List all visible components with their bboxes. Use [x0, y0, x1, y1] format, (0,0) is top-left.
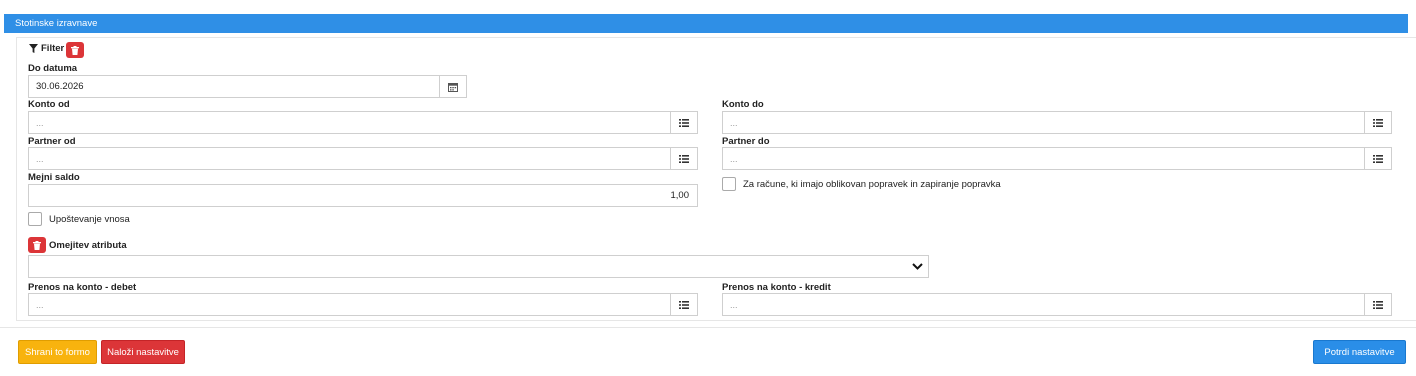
confirm-settings-button[interactable]: Potrdi nastavitve	[1313, 340, 1406, 364]
prenos-kredit-input[interactable]: ...	[723, 300, 1364, 310]
chevron-down-icon	[912, 263, 923, 270]
list-icon	[1373, 154, 1383, 163]
clear-filter-button[interactable]	[66, 42, 84, 58]
partner-do-label: Partner do	[722, 136, 770, 147]
prenos-kredit-label: Prenos na konto - kredit	[722, 282, 831, 293]
prenos-kredit-lookup-button[interactable]	[1364, 294, 1391, 315]
konto-do-input[interactable]: ...	[723, 118, 1364, 128]
konto-do-label: Konto do	[722, 99, 764, 110]
trash-icon	[71, 45, 79, 55]
konto-od-label: Konto od	[28, 99, 70, 110]
upostevanje-label: Upoštevanje vnosa	[49, 213, 130, 225]
partner-od-lookup-button[interactable]	[670, 148, 697, 169]
konto-do-lookup-button[interactable]	[1364, 112, 1391, 133]
page-title: Stotinske izravnave	[15, 18, 98, 29]
prenos-kredit-field[interactable]: ...	[722, 293, 1392, 316]
prenos-debet-lookup-button[interactable]	[670, 294, 697, 315]
partner-od-label: Partner od	[28, 136, 76, 147]
konto-od-input[interactable]: ...	[29, 118, 670, 128]
za-racune-checkbox[interactable]	[722, 177, 736, 191]
konto-od-field[interactable]: ...	[28, 111, 698, 134]
upostevanje-checkbox[interactable]	[28, 212, 42, 226]
upostevanje-option[interactable]: Upoštevanje vnosa	[28, 212, 130, 226]
konto-do-field[interactable]: ...	[722, 111, 1392, 134]
list-icon	[679, 300, 689, 309]
mejni-saldo-label: Mejni saldo	[28, 172, 80, 183]
partner-do-field[interactable]: ...	[722, 147, 1392, 170]
date-picker-button[interactable]	[439, 76, 466, 97]
mejni-saldo-input[interactable]: 1,00	[29, 190, 697, 201]
trash-icon	[33, 240, 41, 250]
clear-omejitev-button[interactable]	[28, 237, 46, 253]
do-datuma-value[interactable]: 30.06.2026	[29, 81, 439, 92]
list-icon	[679, 118, 689, 127]
partner-do-input[interactable]: ...	[723, 154, 1364, 164]
page-header: Stotinske izravnave	[4, 14, 1408, 33]
za-racune-option[interactable]: Za račune, ki imajo oblikovan popravek i…	[722, 177, 1001, 191]
filter-heading: Filter	[29, 43, 64, 54]
prenos-debet-input[interactable]: ...	[29, 300, 670, 310]
za-racune-label: Za račune, ki imajo oblikovan popravek i…	[743, 178, 1001, 190]
omejitev-select[interactable]	[28, 255, 929, 278]
prenos-debet-label: Prenos na konto - debet	[28, 282, 137, 293]
filter-icon	[29, 44, 38, 53]
list-icon	[679, 154, 689, 163]
list-icon	[1373, 118, 1383, 127]
partner-od-input[interactable]: ...	[29, 154, 670, 164]
load-settings-button[interactable]: Naloži nastavitve	[101, 340, 185, 364]
filter-label: Filter	[41, 43, 65, 54]
list-icon	[1373, 300, 1383, 309]
prenos-debet-field[interactable]: ...	[28, 293, 698, 316]
konto-od-lookup-button[interactable]	[670, 112, 697, 133]
save-form-button[interactable]: Shrani to formo	[18, 340, 97, 364]
footer-divider	[0, 327, 1416, 328]
calendar-icon	[448, 82, 458, 92]
do-datuma-field[interactable]: 30.06.2026	[28, 75, 467, 98]
omejitev-label: Omejitev atributa	[49, 240, 127, 251]
partner-do-lookup-button[interactable]	[1364, 148, 1391, 169]
partner-od-field[interactable]: ...	[28, 147, 698, 170]
mejni-saldo-field[interactable]: 1,00	[28, 184, 698, 207]
do-datuma-label: Do datuma	[28, 63, 78, 74]
